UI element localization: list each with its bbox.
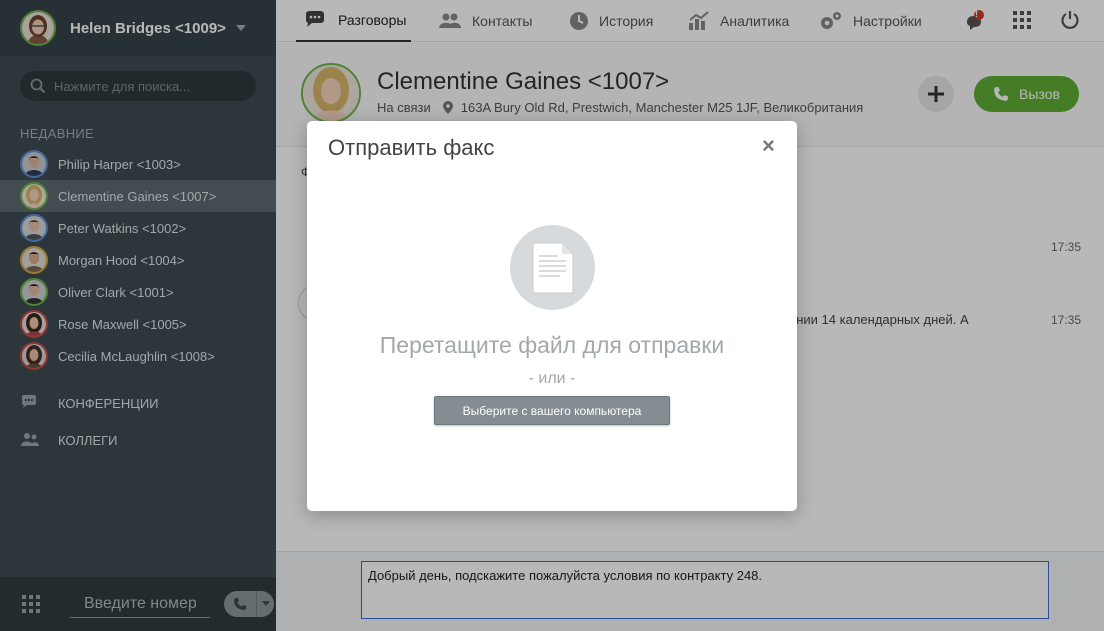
- file-drop-zone[interactable]: [510, 225, 595, 310]
- document-icon: [532, 242, 573, 293]
- choose-file-button[interactable]: Выберите с вашего компьютера: [434, 396, 670, 425]
- send-fax-dialog: Отправить факс × Перетащите файл для отп…: [307, 121, 797, 511]
- dialog-title: Отправить факс: [328, 135, 495, 160]
- close-icon[interactable]: ×: [762, 135, 775, 157]
- or-separator: - или -: [528, 370, 576, 387]
- drop-instruction: Перетащите файл для отправки: [379, 332, 725, 358]
